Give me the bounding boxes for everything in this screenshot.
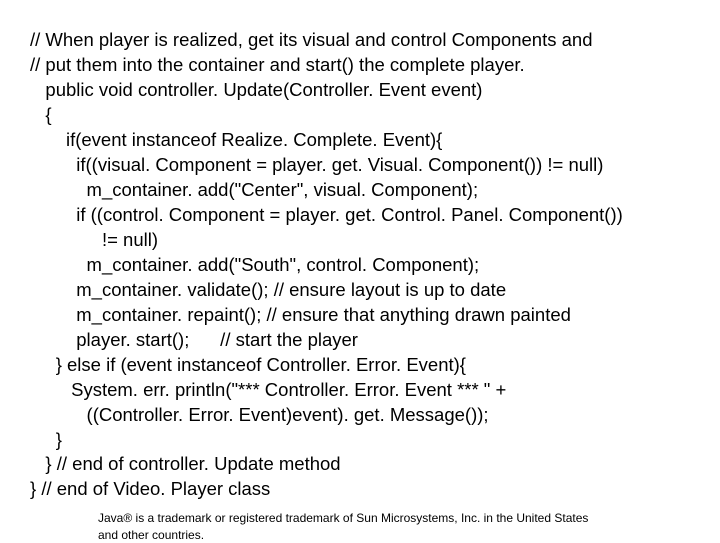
code-line: m_container. validate(); // ensure layou…: [30, 279, 506, 300]
code-line: } else if (event instanceof Controller. …: [30, 354, 466, 375]
code-line: m_container. repaint(); // ensure that a…: [30, 304, 571, 325]
code-line: if ((control. Component = player. get. C…: [30, 204, 623, 225]
code-line: if((visual. Component = player. get. Vis…: [30, 154, 603, 175]
code-block: // When player is realized, get its visu…: [0, 0, 720, 502]
code-line: {: [30, 104, 52, 125]
code-line: public void controller. Update(Controlle…: [30, 79, 482, 100]
code-line: player. start(); // start the player: [30, 329, 358, 350]
code-line: System. err. println("*** Controller. Er…: [30, 379, 506, 400]
code-line: if(event instanceof Realize. Complete. E…: [30, 129, 442, 150]
code-line: != null): [30, 229, 158, 250]
footnote-text: Java® is a trademark or registered trade…: [0, 502, 598, 542]
code-line: m_container. add("Center", visual. Compo…: [30, 179, 478, 200]
code-line: }: [30, 429, 62, 450]
code-line: ((Controller. Error. Event)event). get. …: [30, 404, 489, 425]
code-line: // put them into the container and start…: [30, 54, 525, 75]
code-line: m_container. add("South", control. Compo…: [30, 254, 479, 275]
code-line: // When player is realized, get its visu…: [30, 29, 593, 50]
code-line: } // end of controller. Update method: [30, 453, 341, 474]
code-line: } // end of Video. Player class: [30, 478, 270, 499]
